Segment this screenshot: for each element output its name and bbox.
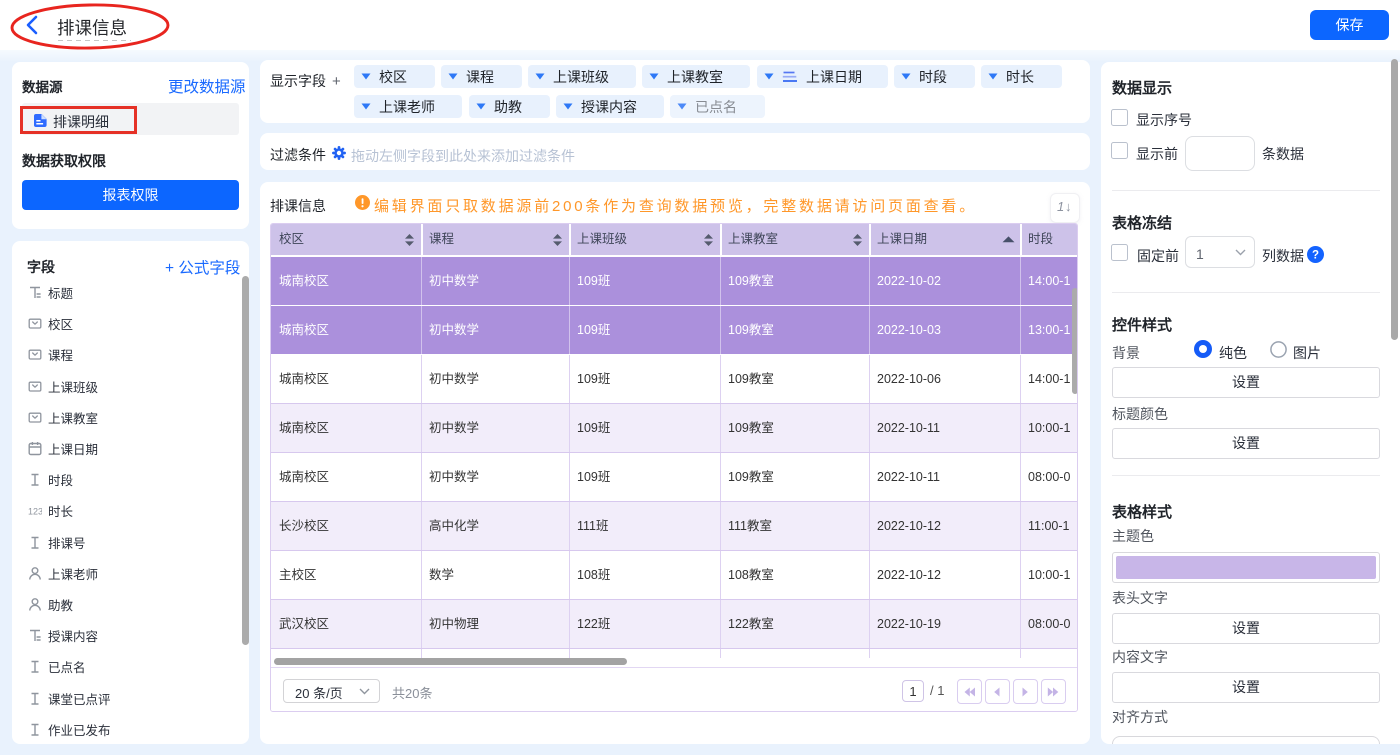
svg-text:123: 123 [28, 506, 42, 516]
svg-text:?: ? [1312, 250, 1319, 262]
